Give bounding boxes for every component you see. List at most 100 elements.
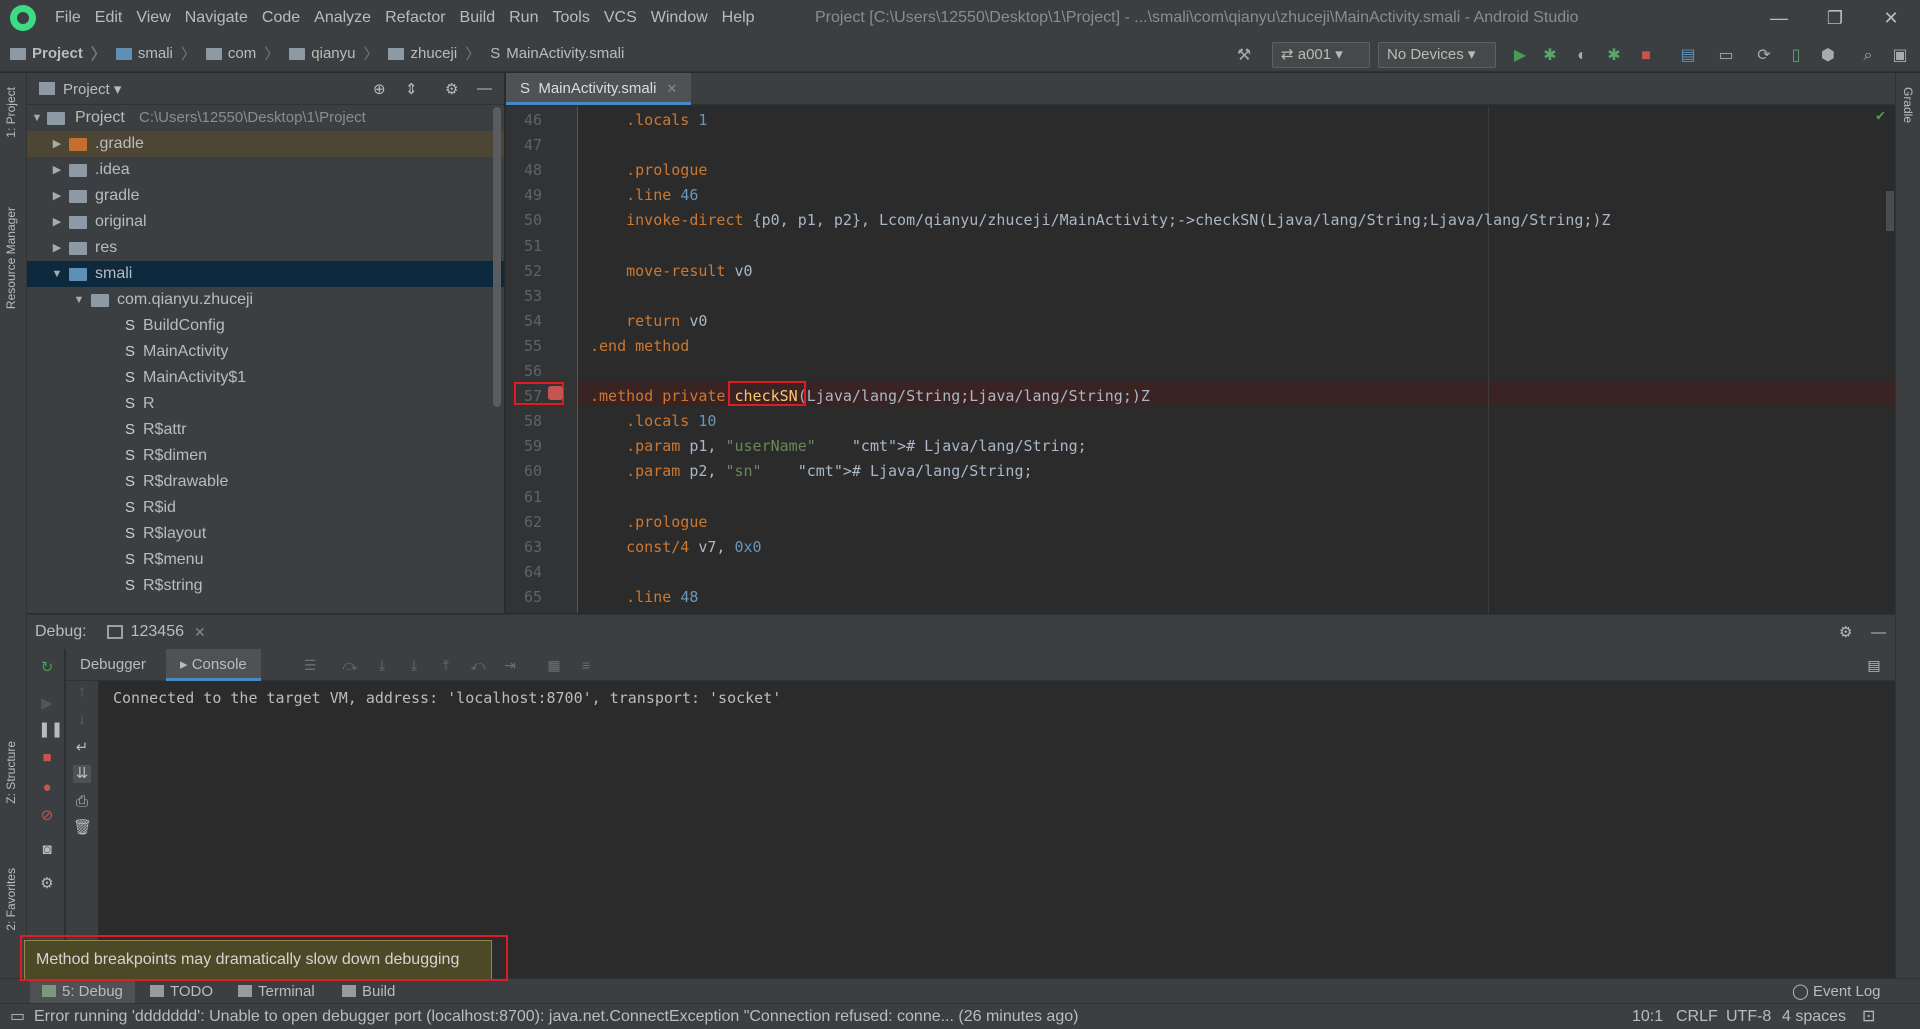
close-icon[interactable]: ✕ [1863,0,1919,36]
trash-icon[interactable]: 🗑 [73,819,92,837]
minimize-icon[interactable]: — [1751,0,1807,36]
line-separator[interactable]: CRLF [1676,1004,1718,1029]
lock-icon[interactable]: ⊡ [1862,1004,1875,1029]
breadcrumb-com[interactable]: com 〉 [205,43,279,64]
menu-refactor[interactable]: Refactor [378,0,452,36]
tree-item-mainactivity-1[interactable]: S MainActivity$1 [27,365,504,391]
print-icon[interactable]: ⎙ [73,793,91,811]
menu-analyze[interactable]: Analyze [307,0,378,36]
profile-icon[interactable]: ◐ [1572,46,1592,66]
editor-tab-mainactivity[interactable]: S MainActivity.smali ✕ [506,73,692,105]
user-icon[interactable]: ▣ [1890,46,1910,66]
step-into-icon[interactable]: ⤓ [374,657,390,673]
tree-item-com-qianyu-zhuceji[interactable]: ▼ com.qianyu.zhuceji [27,287,504,313]
chevron-right-icon[interactable]: ▶ [51,183,63,209]
avd-manager-icon[interactable]: ▭ [1716,46,1736,66]
chevron-right-icon[interactable]: ▶ [51,157,63,183]
stop-icon[interactable]: ■ [1636,46,1656,66]
breadcrumb-project[interactable]: Project 〉 [10,43,106,64]
menu-navigate[interactable]: Navigate [178,0,255,36]
run-to-cursor-icon[interactable]: ⇥ [502,657,518,673]
indent-setting[interactable]: 4 spaces [1782,1004,1846,1029]
hammer-icon[interactable]: ⚒ [1234,46,1254,66]
locate-icon[interactable]: ⊕ [373,80,386,98]
tree-item--idea[interactable]: ▶ .idea [27,157,504,183]
device-manager-icon[interactable]: ▯ [1786,46,1806,66]
code-editor[interactable]: 46 47 48 49 50 51 52 53 54 55 56 57 58 59 60 61 62 63 64 65… [506,106,1895,613]
chevron-right-icon[interactable]: ▶ [51,131,63,157]
menu-vcs[interactable]: VCS [597,0,644,36]
chevron-down-icon[interactable]: ▼ [31,105,43,131]
close-icon[interactable]: ✕ [666,81,677,96]
menu-file[interactable]: File [48,0,88,36]
scroll-to-end-icon[interactable]: ⇊ [73,765,91,783]
debug-bug-icon[interactable]: ✱ [1540,46,1560,66]
resume-icon[interactable]: ▶ [38,695,56,713]
breadcrumb-zhuceji[interactable]: zhuceji 〉 [388,43,480,64]
trace-icon[interactable]: ≡ [578,657,594,673]
collapse-all-icon[interactable]: ⇕ [405,80,418,98]
menu-run[interactable]: Run [502,0,545,36]
project-tool-tab[interactable]: 1: Project [4,87,18,138]
tree-item-mainactivity[interactable]: S MainActivity [27,339,504,365]
hide-panel-icon[interactable]: — [477,80,492,97]
chevron-right-icon[interactable]: ▶ [51,209,63,235]
status-message[interactable]: Error running 'ddddddd': Unable to open … [34,1004,1078,1029]
editor-scrollbar[interactable] [1886,191,1894,231]
debug-session-tab[interactable]: 123456 ✕ [106,623,206,641]
tree-item-buildconfig[interactable]: S BuildConfig [27,313,504,339]
sdk-manager-icon[interactable]: ⬢ [1818,46,1838,66]
chevron-down-icon[interactable]: ▼ [51,261,63,287]
gradle-tab[interactable]: Gradle [1901,87,1915,123]
evaluate-icon[interactable]: ▦ [546,657,562,673]
restore-icon[interactable]: ❐ [1807,0,1863,36]
layout-icon[interactable]: ▤ [1866,657,1882,673]
menu-view[interactable]: View [129,0,177,36]
resource-manager-tab[interactable]: Resource Manager [4,207,18,309]
tab-build[interactable]: Build [342,979,395,1004]
pause-icon[interactable]: ❚❚ [38,721,63,739]
tree-item-r-layout[interactable]: S R$layout [27,521,504,547]
down-arrow-icon[interactable]: ↓ [73,711,91,729]
gear-icon[interactable]: ⚙ [445,80,458,98]
tree-item-r-menu[interactable]: S R$menu [27,547,504,573]
stop-icon[interactable]: ■ [38,749,56,767]
menu-edit[interactable]: Edit [88,0,130,36]
chevron-down-icon[interactable]: ▼ [73,287,85,313]
caret-position[interactable]: 10:1 [1632,1004,1663,1029]
tree-scrollbar[interactable] [493,107,501,407]
status-layout-icon[interactable]: ▭ [10,1004,25,1029]
breadcrumb-qianyu[interactable]: qianyu 〉 [289,43,378,64]
breadcrumb-file[interactable]: S MainActivity.smali [490,45,624,62]
run-config-select[interactable]: ⇄ a001 ▾ [1272,42,1370,68]
tree-root-project[interactable]: ▼ Project C:\Users\12550\Desktop\1\Project [27,105,504,131]
tab-console[interactable]: ▸ Console [166,649,261,681]
sync-icon[interactable]: ⟳ [1754,46,1774,66]
method-breakpoint-icon[interactable] [548,386,563,400]
tab-debug[interactable]: 5: Debug [30,979,135,1004]
step-over-icon[interactable]: ⤼ [342,657,358,673]
mute-breakpoints-icon[interactable]: ⊘ [38,807,56,825]
view-breakpoints-icon[interactable]: ● [38,779,56,797]
event-log-tab[interactable]: ◯ Event Log [1792,979,1881,1004]
force-step-into-icon[interactable]: ⤓ [406,657,422,673]
hide-panel-icon[interactable]: — [1871,624,1886,641]
menu-help[interactable]: Help [715,0,762,36]
tab-debugger[interactable]: Debugger [66,649,160,681]
structure-tab[interactable]: Z: Structure [4,741,18,804]
device-select[interactable]: No Devices ▾ [1378,42,1496,68]
inspection-ok-icon[interactable]: ✔ [1876,106,1885,124]
project-structure-icon[interactable]: ▤ [1678,46,1698,66]
file-encoding[interactable]: UTF-8 [1726,1004,1771,1029]
up-arrow-icon[interactable]: ↑ [73,683,91,701]
tree-item-gradle[interactable]: ▶ gradle [27,183,504,209]
chevron-right-icon[interactable]: ▶ [51,235,63,261]
tab-terminal[interactable]: Terminal [238,979,315,1004]
tree-item-original[interactable]: ▶ original [27,209,504,235]
soft-wrap-icon[interactable]: ↵ [73,739,91,757]
rerun-icon[interactable]: ↻ [38,659,56,677]
tree-item-r-string[interactable]: S R$string [27,573,504,599]
menu-icon[interactable]: ☰ [302,657,318,673]
run-icon[interactable]: ▶ [1510,46,1530,66]
tree-item--gradle[interactable]: ▶ .gradle [27,131,504,157]
